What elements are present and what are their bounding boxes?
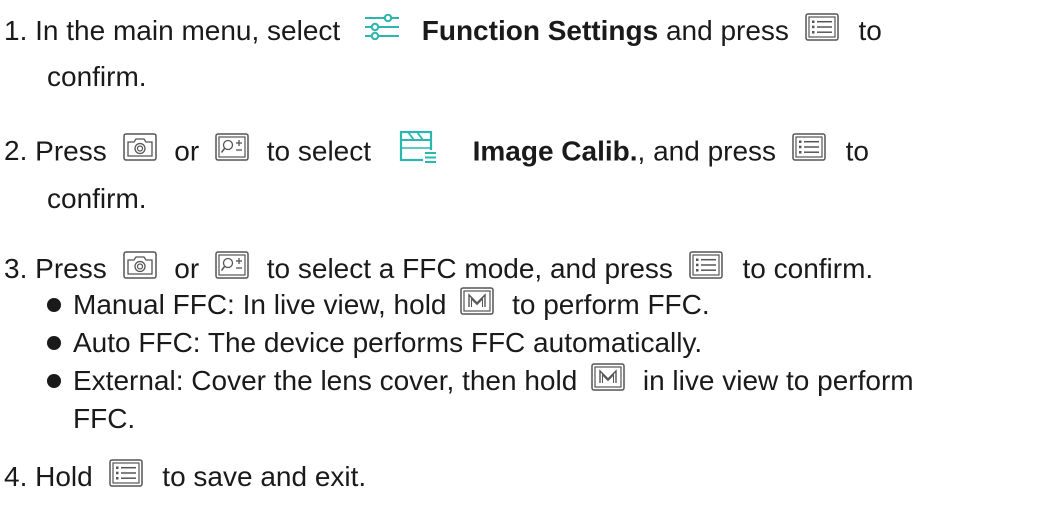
zoom-button-icon — [215, 133, 249, 169]
step-2-line-2: confirm. — [47, 183, 147, 214]
function-settings-label: Function Settings — [421, 15, 659, 46]
step-2-line-1: 2. Press or to select Image Calib., and … — [4, 130, 869, 174]
menu-button-icon — [688, 250, 723, 287]
step-number: 1. — [4, 15, 28, 46]
menu-button-icon — [792, 133, 826, 169]
step-text: to — [845, 135, 869, 167]
step-3-line-1: 3. Press or to select a FFC mode, and pr… — [4, 250, 874, 289]
step-1-line-2: confirm. — [47, 61, 147, 92]
step-text: to save and exit. — [162, 461, 367, 492]
bullet-manual-ffc: Manual FFC: In live view, hold to perfor… — [47, 286, 710, 325]
bullet-dot — [47, 297, 61, 312]
bullet-external-cont: FFC. — [73, 403, 136, 434]
image-calib-icon — [399, 130, 437, 172]
step-text: and press — [665, 15, 789, 46]
zoom-button-icon — [215, 250, 249, 287]
step-number: 2. — [4, 135, 28, 167]
m-button-icon — [460, 286, 495, 323]
menu-button-icon — [108, 458, 143, 495]
sliders-icon — [364, 13, 400, 48]
bullet-text: to perform FFC. — [512, 289, 710, 320]
bullet-text: Manual FFC: In live view, hold — [73, 289, 447, 320]
step-number: 3. — [4, 253, 28, 284]
step-number: 4. — [4, 461, 28, 492]
step-text: to — [858, 15, 882, 46]
bullet-text: in live view to perform — [642, 365, 914, 396]
m-button-icon — [591, 362, 625, 399]
or-text: or — [174, 253, 200, 284]
step-text: Press — [35, 253, 107, 284]
menu-button-icon — [804, 12, 839, 49]
step-1-line-1: 1. In the main menu, select Function Set… — [4, 12, 882, 51]
image-calib-label: Image Calib. — [472, 135, 638, 167]
bullet-text: External: Cover the lens cover, then hol… — [73, 365, 578, 396]
step-text: In the main menu, select — [35, 15, 341, 46]
camera-button-icon — [122, 250, 157, 287]
step-text: to select a FFC mode, and press — [266, 253, 673, 284]
or-text: or — [174, 135, 200, 167]
bullet-auto-ffc: Auto FFC: The device performs FFC automa… — [47, 326, 702, 360]
manual-instructions: 1. In the main menu, select Function Set… — [0, 0, 1044, 506]
step-text: to select — [266, 135, 372, 167]
camera-button-icon — [122, 133, 157, 169]
step-4-line-1: 4. Hold to save and exit. — [4, 458, 367, 497]
bullet-external: External: Cover the lens cover, then hol… — [47, 362, 914, 401]
bullet-text: Auto FFC: The device performs FFC automa… — [73, 327, 703, 358]
step-text: Hold — [35, 461, 93, 492]
step-text: , and press — [637, 135, 777, 167]
step-text: Press — [35, 135, 107, 167]
bullet-dot — [47, 373, 61, 388]
step-text: to confirm. — [742, 253, 874, 284]
bullet-dot — [47, 335, 61, 350]
